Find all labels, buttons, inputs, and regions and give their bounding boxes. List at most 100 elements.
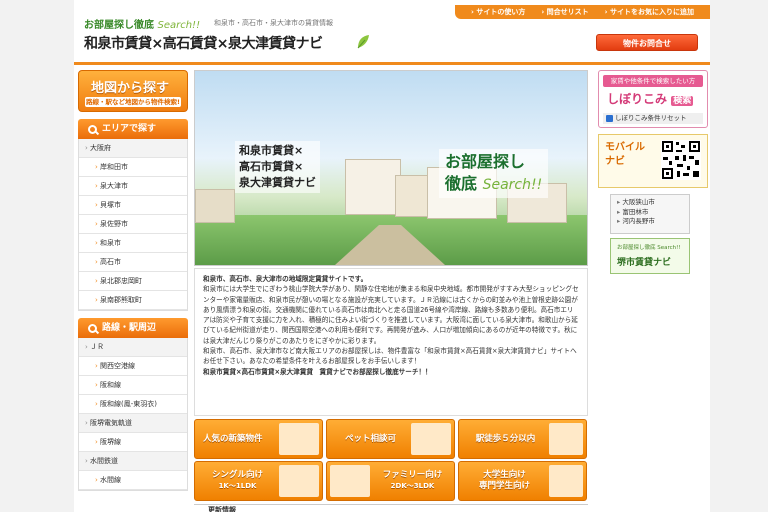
feature-near-station[interactable]: 駅徒歩５分以内: [458, 419, 587, 459]
sakai-rental-banner[interactable]: お部屋探し徹底 Search!! 堺市賃貸ナビ: [610, 238, 690, 274]
feature-sublabel: 1K〜1LDK: [218, 482, 257, 490]
feature-pet-ok[interactable]: ペット相談可: [326, 419, 455, 459]
refine-search-key: 検索: [671, 96, 694, 106]
intro-body-2: 和泉市、高石市、泉大津市など南大阪エリアのお部屋探しは、物件豊富な「和泉市賃貸×…: [203, 347, 577, 366]
hero-house-far-left: [195, 189, 235, 223]
line-item[interactable]: 阪堺電気軌道: [79, 414, 187, 433]
hero-title-line: 高石市賃貸×: [239, 160, 304, 173]
line-list: ＪＲ関西空港線阪和線阪和線(鳳-東羽衣)阪堺電気軌道阪堺線水間鉄道水間線: [78, 338, 188, 491]
header: お部屋探し徹底 Search!! 和泉市・高石市・泉大津市の賃貸情報 和泉市賃貸…: [74, 0, 710, 65]
line-search-heading: 路線・駅周辺: [78, 318, 188, 338]
feature-label: ペット相談可: [344, 433, 396, 444]
line-item[interactable]: 水間鉄道: [79, 452, 187, 471]
feature-student[interactable]: 大学生向け 専門学生向け: [458, 461, 587, 501]
sakai-banner-title: 堺市賃貸ナビ: [617, 258, 672, 268]
feature-image: [279, 465, 319, 497]
page-gutter-left: [0, 0, 74, 512]
line-item[interactable]: 阪和線(鳳-東羽衣): [79, 395, 187, 414]
logo-text: お部屋探し徹底: [84, 20, 154, 31]
area-item[interactable]: 泉大津市: [79, 177, 187, 196]
neighbor-area-banner[interactable]: 大阪狭山市 富田林市 河内長野市: [610, 194, 690, 234]
nav-how-to-use[interactable]: サイトの使い方: [463, 7, 533, 17]
feature-family[interactable]: ファミリー向け 2DK〜3LDK: [326, 461, 455, 501]
hero-title-line: 泉大津賃貸ナビ: [239, 176, 316, 189]
refine-search-title: しぼりこみ 検索: [607, 90, 694, 107]
feature-new-building[interactable]: 人気の新築物件: [194, 419, 323, 459]
search-icon: [88, 323, 97, 333]
feature-sublabel: 専門学生向け: [478, 481, 530, 491]
refine-search-main: しぼりこみ: [607, 92, 668, 106]
feature-image: [411, 423, 451, 455]
feature-image: [279, 423, 319, 455]
site-title[interactable]: 和泉市賃貸×高石賃貸×泉大津賃貸ナビ: [84, 33, 323, 53]
intro-heading: 和泉市、高石市、泉大津市の地域限定賃貸サイトです。: [203, 275, 368, 283]
feature-label: 人気の新築物件: [203, 433, 263, 444]
refine-search-box[interactable]: 家賃や他条件で検索したい方 しぼりこみ 検索 しぼりこみ条件リセット: [598, 70, 708, 128]
nav-inquiry-list[interactable]: 問合せリスト: [533, 7, 596, 17]
hero-site-title: 和泉市賃貸× 高石市賃貸× 泉大津賃貸ナビ: [235, 141, 320, 193]
header-divider: [74, 62, 710, 65]
map-search-banner[interactable]: 地図から探す 路線・駅など地図から物件検索!: [78, 70, 188, 112]
nav-add-favorite[interactable]: サイトをお気に入りに追加: [597, 7, 702, 17]
feature-label: シングル向け: [211, 470, 263, 480]
feature-label: 駅徒歩５分以内: [475, 433, 536, 444]
feature-single[interactable]: シングル向け 1K〜1LDK: [194, 461, 323, 501]
area-list: 大阪府岸和田市泉大津市貝塚市泉佐野市和泉市高石市泉北郡忠岡町泉南郡熊取町: [78, 139, 188, 311]
feature-grid: 人気の新築物件 ペット相談可 駅徒歩５分以内 シングル向け 1K〜1LDK ファ…: [194, 419, 588, 501]
hero-catch-line1: お部屋探し: [445, 152, 526, 171]
sakai-banner-caption: お部屋探し徹底 Search!!: [617, 245, 681, 251]
logo[interactable]: お部屋探し徹底 Search!!: [84, 16, 200, 31]
left-sidebar: 地図から探す 路線・駅など地図から物件検索! エリアで探す 大阪府岸和田市泉大津…: [78, 70, 188, 491]
line-item[interactable]: 阪堺線: [79, 433, 187, 452]
area-search-heading: エリアで探す: [78, 119, 188, 139]
hero-banner: 和泉市賃貸× 高石市賃貸× 泉大津賃貸ナビ お部屋探し 徹底 Search!!: [194, 70, 588, 266]
area-item[interactable]: 泉南郡熊取町: [79, 291, 187, 310]
line-item[interactable]: ＪＲ: [79, 338, 187, 357]
search-icon: [88, 124, 97, 134]
feature-image: [330, 465, 370, 497]
line-search-heading-label: 路線・駅周辺: [102, 323, 157, 333]
map-search-subtitle: 路線・駅など地図から物件検索!: [85, 97, 181, 107]
hero-catch-line2: 徹底: [445, 174, 478, 193]
feature-image: [549, 423, 583, 455]
area-item[interactable]: 和泉市: [79, 234, 187, 253]
area-item[interactable]: 大阪府: [79, 139, 187, 158]
area-item[interactable]: 泉北郡忠岡町: [79, 272, 187, 291]
qr-code-icon: [661, 140, 701, 180]
area-item[interactable]: 泉佐野市: [79, 215, 187, 234]
intro-footer: 和泉市賃貸×高石市賃貸×泉大津賃貸 賃貸ナビでお部屋探し徹底サーチ！！: [203, 367, 432, 376]
hero-title-line: 和泉市賃貸×: [239, 144, 304, 157]
line-item[interactable]: 水間線: [79, 471, 187, 490]
page-gutter-right: [710, 0, 768, 512]
hero-catchphrase: お部屋探し 徹底 Search!!: [439, 149, 549, 198]
tagline: 和泉市・高石市・泉大津市の賃貸情報: [214, 19, 333, 27]
area-search-heading-label: エリアで探す: [102, 124, 157, 134]
neighbor-area-item: 富田林市: [617, 208, 683, 218]
logo-search: Search!!: [157, 20, 201, 31]
neighbor-area-item: 大阪狭山市: [617, 198, 683, 208]
feature-label: ファミリー向け: [382, 470, 443, 480]
line-item[interactable]: 阪和線: [79, 376, 187, 395]
inquiry-button[interactable]: 物件お問合せ: [596, 34, 698, 51]
feature-label: 大学生向け: [483, 470, 526, 480]
line-item[interactable]: 関西空港線: [79, 357, 187, 376]
intro-body: 和泉市には大学生でにぎわう桃山学院大学があり、閑静な住宅地が集まる和泉中央地域。…: [203, 285, 579, 345]
neighbor-area-item: 河内長野市: [617, 217, 683, 227]
top-navigation: サイトの使い方 問合せリスト サイトをお気に入りに追加: [455, 5, 710, 19]
right-sidebar: 家賃や他条件で検索したい方 しぼりこみ 検索 しぼりこみ条件リセット モバイル …: [598, 70, 708, 274]
page: お部屋探し徹底 Search!! 和泉市・高石市・泉大津市の賃貸情報 和泉市賃貸…: [74, 0, 710, 512]
intro-text: 和泉市、高石市、泉大津市の地域限定賃貸サイトです。 和泉市には大学生でにぎわう桃…: [194, 268, 588, 416]
area-item[interactable]: 貝塚市: [79, 196, 187, 215]
mobile-navi-label: モバイル ナビ: [605, 141, 645, 169]
refine-search-caption: 家賃や他条件で検索したい方: [603, 75, 703, 87]
area-item[interactable]: 高石市: [79, 253, 187, 272]
feature-sublabel: 2DK〜3LDK: [390, 482, 435, 490]
leaf-icon: [357, 35, 369, 49]
feature-image: [549, 465, 583, 497]
refine-reset-link[interactable]: しぼりこみ条件リセット: [603, 113, 703, 124]
area-item[interactable]: 岸和田市: [79, 158, 187, 177]
mobile-navi-banner[interactable]: モバイル ナビ: [598, 134, 708, 188]
update-info-heading: 更新情報: [194, 504, 588, 512]
mobile-navi-line2: ナビ: [605, 156, 625, 167]
map-search-title: 地図から探す: [91, 81, 170, 96]
